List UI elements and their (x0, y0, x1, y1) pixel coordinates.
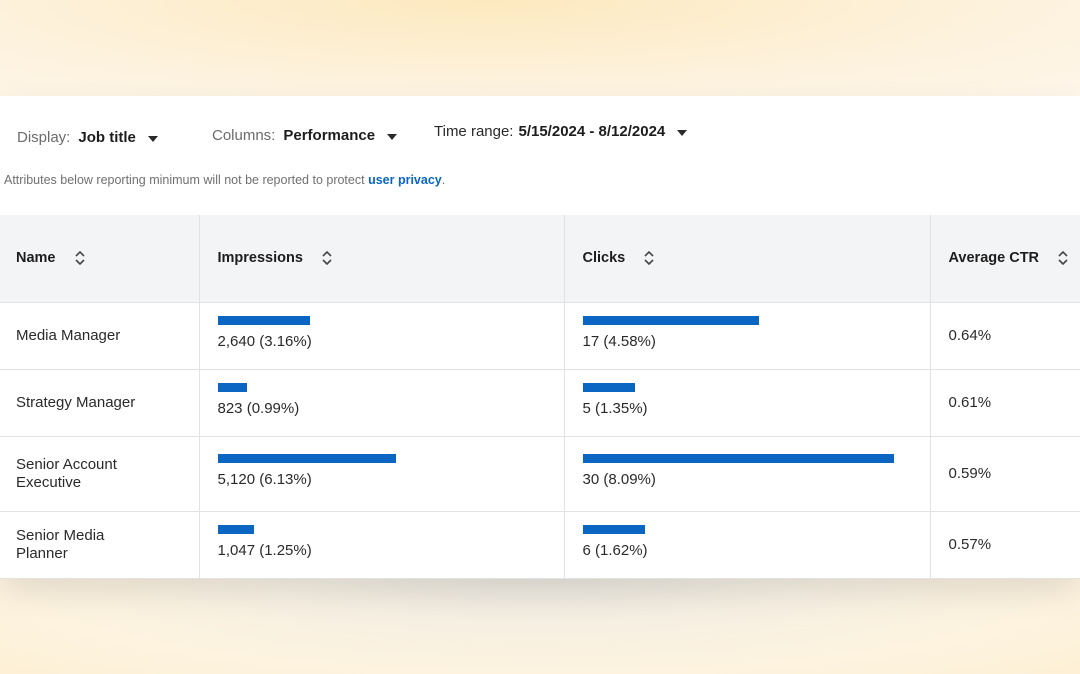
table-row[interactable]: Senior Media Planner 1,047 (1.25%) 6 (1.… (0, 511, 1080, 579)
clicks-bar (582, 524, 645, 534)
impressions-value: 2,640 (3.16%) (217, 332, 312, 350)
caret-down-icon (147, 135, 158, 142)
clicks-cell: 30 (8.09%) (564, 436, 931, 512)
impressions-cell: 2,640 (3.16%) (199, 302, 565, 370)
report-panel: Display: Job title Columns: Performance … (0, 96, 1080, 579)
average-ctr-value: 0.57% (930, 511, 1080, 579)
clicks-bar (582, 382, 635, 392)
clicks-cell: 17 (4.58%) (564, 302, 931, 370)
performance-table: Name Impressions Clicks Average CTR Medi… (0, 215, 1080, 579)
display-filter-label: Display: (17, 129, 71, 146)
time-range-value: 5/15/2024 - 8/12/2024 (518, 123, 666, 140)
row-name: Senior Account Executive (0, 436, 200, 512)
columns-filter-label: Columns: (212, 127, 276, 144)
column-header-label: Average CTR (948, 250, 1040, 267)
clicks-bar (582, 453, 894, 463)
impressions-value: 1,047 (1.25%) (217, 541, 312, 559)
clicks-bar (582, 315, 759, 325)
sort-icon[interactable] (1057, 249, 1069, 267)
clicks-cell: 6 (1.62%) (564, 511, 931, 579)
impressions-bar (217, 453, 396, 463)
impressions-cell: 5,120 (6.13%) (199, 436, 565, 512)
column-header-label: Clicks (582, 250, 626, 267)
table-row[interactable]: Media Manager 2,640 (3.16%) 17 (4.58%) 0… (0, 302, 1080, 370)
impressions-value: 5,120 (6.13%) (217, 470, 312, 488)
clicks-value: 6 (1.62%) (582, 541, 648, 559)
background-top (0, 0, 1080, 96)
privacy-notice: Attributes below reporting minimum will … (4, 173, 445, 187)
clicks-value: 17 (4.58%) (582, 332, 656, 350)
table-row[interactable]: Strategy Manager 823 (0.99%) 5 (1.35%) 0… (0, 369, 1080, 437)
caret-down-icon (677, 129, 688, 136)
privacy-notice-end: . (441, 173, 446, 187)
columns-filter[interactable]: Columns: Performance (212, 127, 398, 144)
impressions-cell: 1,047 (1.25%) (199, 511, 565, 579)
impressions-bar (217, 382, 247, 392)
clicks-value: 30 (8.09%) (582, 470, 656, 488)
impressions-cell: 823 (0.99%) (199, 369, 565, 437)
impressions-bar (217, 315, 310, 325)
privacy-notice-text: Attributes below reporting minimum will … (4, 173, 369, 187)
column-header-name[interactable]: Name (0, 215, 200, 303)
sort-icon[interactable] (74, 249, 86, 267)
column-header-clicks[interactable]: Clicks (564, 215, 931, 303)
caret-down-icon (387, 133, 398, 140)
time-range-label: Time range: (434, 123, 514, 140)
user-privacy-link[interactable]: user privacy (368, 173, 442, 187)
average-ctr-value: 0.64% (930, 302, 1080, 370)
background-bottom (0, 578, 1080, 674)
column-header-label: Impressions (217, 250, 303, 267)
impressions-bar (217, 524, 254, 534)
display-filter[interactable]: Display: Job title (17, 129, 158, 146)
column-header-label: Name (16, 250, 56, 267)
average-ctr-value: 0.61% (930, 369, 1080, 437)
column-header-impressions[interactable]: Impressions (199, 215, 565, 303)
row-name: Strategy Manager (0, 369, 200, 437)
sort-icon[interactable] (321, 249, 333, 267)
columns-filter-value: Performance (283, 127, 376, 144)
clicks-value: 5 (1.35%) (582, 399, 648, 417)
row-name: Media Manager (0, 302, 200, 370)
filter-bar: Display: Job title Columns: Performance … (0, 96, 1080, 166)
time-range-filter[interactable]: Time range: 5/15/2024 - 8/12/2024 (434, 123, 688, 140)
clicks-cell: 5 (1.35%) (564, 369, 931, 437)
row-name: Senior Media Planner (0, 511, 200, 579)
impressions-value: 823 (0.99%) (217, 399, 300, 417)
average-ctr-value: 0.59% (930, 436, 1080, 512)
table-row[interactable]: Senior Account Executive 5,120 (6.13%) 3… (0, 436, 1080, 512)
column-header-average-ctr[interactable]: Average CTR (930, 215, 1080, 303)
table-header-row: Name Impressions Clicks Average CTR (0, 215, 1080, 303)
sort-icon[interactable] (643, 249, 655, 267)
display-filter-value: Job title (78, 129, 136, 146)
